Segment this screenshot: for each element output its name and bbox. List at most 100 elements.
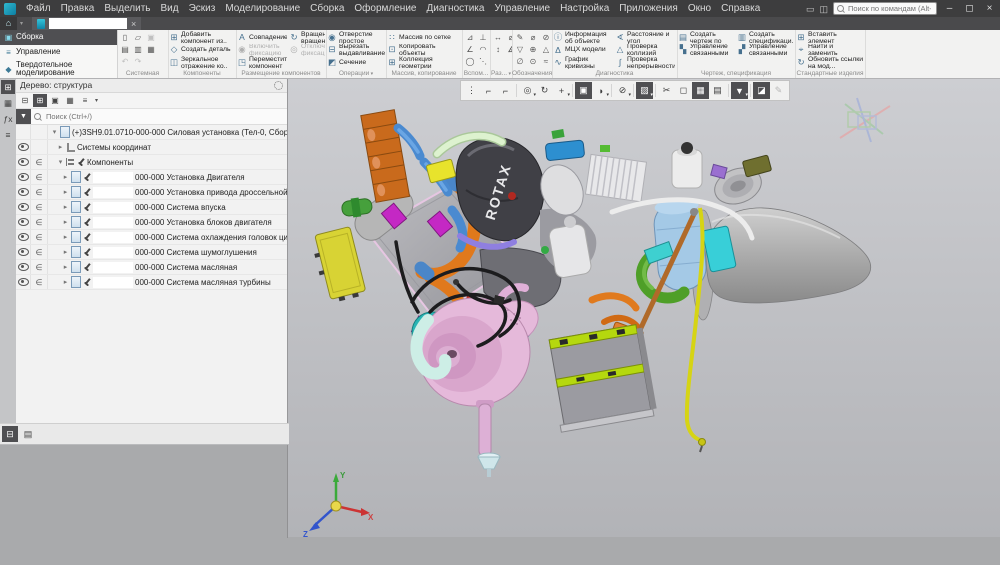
create-drawing-button[interactable]: ▤ Создать чертеж по модели	[677, 31, 736, 44]
component-label[interactable]: 000-000 Система масляная турбины	[135, 278, 271, 287]
element-of-icon[interactable]: ∈	[36, 248, 43, 257]
tab-close-icon[interactable]: ×	[131, 19, 136, 29]
coords-group-label[interactable]: Системы координат	[77, 143, 151, 152]
designation-icon[interactable]: ▽	[514, 44, 526, 55]
panel-footer-tab[interactable]: ⊟	[2, 426, 18, 442]
visibility-eye-icon[interactable]	[18, 248, 29, 256]
viewport-tool-icon[interactable]: ⊘	[614, 82, 631, 99]
home-icon[interactable]: ⌂	[0, 17, 17, 30]
expand-arrow-icon[interactable]: ▸	[62, 173, 69, 181]
expand-arrow-icon[interactable]: ▸	[62, 203, 69, 211]
viewport-tool-icon[interactable]: ✎	[770, 82, 787, 99]
menu-item[interactable]: Приложения	[614, 3, 683, 14]
system-icon[interactable]: ▱	[132, 32, 144, 43]
auxiliary-icon[interactable]: ⊿	[464, 32, 476, 43]
tree-view-icon[interactable]: ▣	[48, 94, 62, 107]
designation-icon[interactable]: ✎	[514, 32, 526, 43]
system-icon[interactable]: ▥	[132, 44, 144, 55]
coincide-button[interactable]: A Совпадение	[236, 31, 288, 44]
continuity-check-button[interactable]: ∫ Проверка непрерывности	[614, 56, 676, 69]
component-label[interactable]: 000-000 Система охлаждения головок цилин…	[135, 233, 287, 242]
visibility-eye-icon[interactable]	[18, 233, 29, 241]
menu-item[interactable]: Правка	[56, 3, 100, 14]
expand-arrow-icon[interactable]: ▾	[57, 158, 64, 166]
menu-item[interactable]: Диагностика	[421, 3, 489, 14]
viewport-tool-icon[interactable]: ⌐	[480, 82, 497, 99]
rail-panel-icon[interactable]: ⊞	[1, 80, 15, 94]
tree-component-row[interactable]: ∈ ▸ 000-000 Установка привода дроссельно…	[16, 185, 287, 200]
component-label[interactable]: 000-000 Установка блоков двигателя	[135, 218, 272, 227]
panel-footer-tab[interactable]: ▤	[20, 426, 36, 442]
element-of-icon[interactable]: ∈	[36, 263, 43, 272]
element-of-icon[interactable]: ∈	[36, 188, 43, 197]
tree-view-icon[interactable]: ⊟	[18, 94, 32, 107]
component-label[interactable]: 000-000 Установка привода дроссельной за…	[135, 188, 287, 197]
viewport-tool-icon[interactable]: ◪	[753, 82, 770, 99]
mirror-components-button[interactable]: ◫ Зеркальное отражение ко..	[168, 56, 236, 69]
viewport-tool-icon[interactable]: ↻	[536, 82, 553, 99]
auxiliary-icon[interactable]: ⋱	[477, 56, 489, 67]
chevron-down-icon[interactable]: ▾	[93, 97, 98, 104]
gear-icon[interactable]	[274, 81, 283, 90]
tab-solid-modeling[interactable]: ◆ Твердотельное моделирование	[0, 60, 117, 78]
viewport-tool-icon[interactable]: ⋮	[463, 82, 480, 99]
command-search-input[interactable]	[846, 3, 933, 14]
element-of-icon[interactable]: ∈	[36, 173, 43, 182]
linked-bom-button[interactable]: ▞ Управление связанными с...	[736, 44, 795, 57]
disable-fix-button[interactable]: ◎ Отключить фиксацию	[288, 44, 326, 57]
screen-mode-icon[interactable]: ◫	[819, 4, 828, 14]
interface-layout-icon[interactable]: ▭	[806, 4, 815, 14]
app-logo-icon[interactable]	[4, 3, 16, 15]
minimize-button[interactable]: –	[942, 1, 957, 16]
tree-component-row[interactable]: ∈ ▸ 000-000 Система масляная турбины	[16, 275, 287, 290]
visibility-eye-icon[interactable]	[18, 158, 29, 166]
menu-item[interactable]: Эскиз	[184, 3, 221, 14]
component-label[interactable]: 000-000 Установка Двигателя	[135, 173, 245, 182]
element-of-icon[interactable]: ∈	[36, 233, 43, 242]
tree-component-row[interactable]: ∈ ▸ 000-000 Система масляная	[16, 260, 287, 275]
tree-component-row[interactable]: ∈ ▸ 000-000 Система впуска	[16, 200, 287, 215]
menu-item[interactable]: Сборка	[305, 3, 349, 14]
mass-properties-button[interactable]: Δ МЦХ модели	[552, 44, 614, 57]
menu-item[interactable]: Выделить	[99, 3, 155, 14]
designation-icon[interactable]: ⌀	[527, 32, 539, 43]
menu-item[interactable]: Файл	[21, 3, 56, 14]
root-assembly-label[interactable]: (+)3SH9.01.0710-000-000 Силовая установк…	[72, 128, 287, 137]
geometry-collection-button[interactable]: ⊞ Коллекция геометрии	[386, 56, 462, 69]
visibility-eye-icon[interactable]	[18, 218, 29, 226]
menu-item[interactable]: Моделирование	[220, 3, 305, 14]
expand-arrow-icon[interactable]: ▸	[62, 188, 69, 196]
tree-view-icon[interactable]: ⊞	[33, 94, 47, 107]
designation-icon[interactable]: ≈	[540, 56, 552, 67]
create-part-button[interactable]: ◇ Создать деталь	[168, 44, 236, 57]
component-label[interactable]: 000-000 Система масляная	[135, 263, 237, 272]
viewport-tool-icon[interactable]: ✂	[658, 82, 675, 99]
menu-item[interactable]: Управление	[489, 3, 555, 14]
components-group-label[interactable]: Компоненты	[87, 158, 133, 167]
system-icon[interactable]: ▤	[119, 44, 131, 55]
copy-objects-button[interactable]: ⊡ Копировать объекты	[386, 44, 462, 57]
cut-extrude-button[interactable]: ⊟ Вырезать выдавливанием	[326, 44, 386, 57]
linked-drawings-button[interactable]: ▚ Управление связанными ч..	[677, 44, 736, 57]
expand-arrow-icon[interactable]: ▸	[62, 278, 69, 286]
dimension-icon[interactable]: ↕	[492, 44, 504, 55]
expand-arrow-icon[interactable]: ▸	[57, 143, 64, 151]
system-icon[interactable]: ▣	[145, 32, 157, 43]
system-icon[interactable]: ▯	[119, 32, 131, 43]
rotation-button[interactable]: ↻ Вращение-вращение	[288, 31, 326, 44]
designation-icon[interactable]: ⊙	[527, 56, 539, 67]
system-icon[interactable]: ▦	[145, 44, 157, 55]
designation-icon[interactable]: ∅	[514, 56, 526, 67]
add-component-button[interactable]: ⊞ Добавить компонент из..	[168, 31, 236, 44]
move-component-button[interactable]: ◳ Переместить компонент	[236, 56, 288, 69]
viewport-tool-icon[interactable]: ▦	[692, 82, 709, 99]
document-tab[interactable]: ×	[32, 17, 141, 30]
close-button[interactable]: ×	[982, 1, 997, 16]
menu-item[interactable]: Справка	[716, 3, 765, 14]
component-label[interactable]: 000-000 Система шумоглушения	[135, 248, 257, 257]
menu-item[interactable]: Настройка	[555, 3, 614, 14]
visibility-eye-icon[interactable]	[18, 143, 29, 151]
blue-valve-cover[interactable]	[545, 140, 585, 161]
menu-item[interactable]: Вид	[156, 3, 184, 14]
system-icon[interactable]: ↷	[132, 56, 144, 67]
